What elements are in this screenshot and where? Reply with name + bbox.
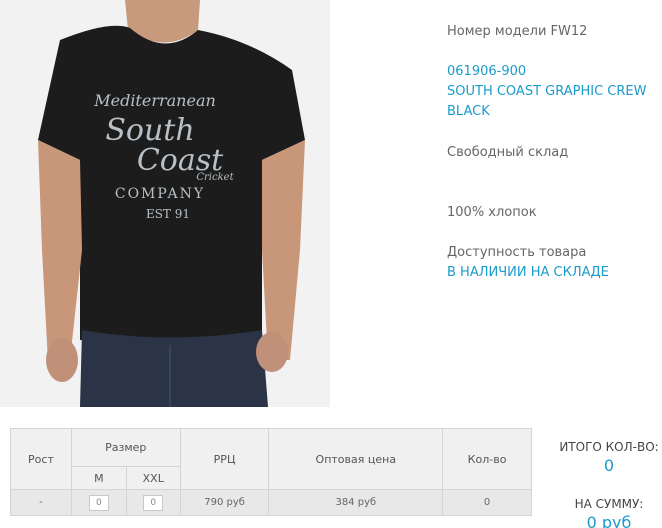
print-line4: Cricket	[196, 172, 234, 183]
print-line1: Mediterranean	[93, 91, 216, 110]
product-material: 100% хлопок	[447, 205, 537, 220]
print-line5: COMPANY	[115, 186, 205, 202]
tshirt-model-image: Mediterranean South Coast Cricket COMPAN…	[38, 0, 305, 407]
order-table: Рост Размер РРЦ Оптовая цена Кол-во M XX…	[10, 428, 532, 516]
total-sum-label: НА СУММУ:	[574, 497, 644, 511]
total-sum-block: НА СУММУ: 0 руб	[548, 497, 662, 528]
product-color[interactable]: BLACK	[447, 102, 662, 122]
product-fit: Свободный склад	[447, 145, 569, 160]
product-name[interactable]: SOUTH COAST GRAPHIC CREW	[447, 82, 662, 102]
col-wholesale-header: Оптовая цена	[268, 428, 444, 490]
model-number: Номер модели FW12	[447, 24, 588, 39]
table-header-row: Рост Размер РРЦ Оптовая цена Кол-во	[10, 428, 532, 490]
product-info: Номер модели FW12 061906-900 SOUTH COAST…	[447, 22, 662, 283]
qty-xxl-input[interactable]: 0	[143, 494, 164, 511]
cell-qty-xxl: 0	[125, 489, 181, 516]
size-xxl-header: XXL	[125, 466, 181, 490]
cell-rrp: 790 руб	[179, 489, 270, 516]
product-photo: Mediterranean South Coast Cricket COMPAN…	[0, 0, 330, 407]
col-size-header: Размер	[70, 428, 181, 467]
product-page: Mediterranean South Coast Cricket COMPAN…	[0, 0, 662, 528]
availability-label: Доступность товара	[447, 245, 587, 260]
qty-m-input[interactable]: 0	[88, 494, 109, 511]
total-count-label: ИТОГО КОЛ-ВО:	[559, 440, 659, 454]
total-sum-value: 0 руб	[586, 513, 632, 528]
table-row: - 0 0 790 руб 384 руб 0	[10, 489, 532, 516]
product-sku[interactable]: 061906-900	[447, 62, 662, 82]
print-line6: EST 91	[146, 207, 190, 221]
col-qty-header: Кол-во	[442, 428, 532, 490]
cell-height: -	[10, 489, 72, 516]
col-rrp-header: РРЦ	[179, 428, 270, 490]
cell-qty: 0	[442, 489, 532, 516]
col-height-header: Рост	[10, 428, 72, 490]
availability-value: В НАЛИЧИИ НА СКЛАДЕ	[447, 265, 609, 280]
cell-wholesale: 384 руб	[268, 489, 444, 516]
order-totals: ИТОГО КОЛ-ВО: 0 НА СУММУ: 0 руб	[548, 440, 662, 528]
total-count-value: 0	[603, 456, 615, 475]
size-m-header: M	[70, 466, 127, 490]
cell-qty-m: 0	[70, 489, 127, 516]
